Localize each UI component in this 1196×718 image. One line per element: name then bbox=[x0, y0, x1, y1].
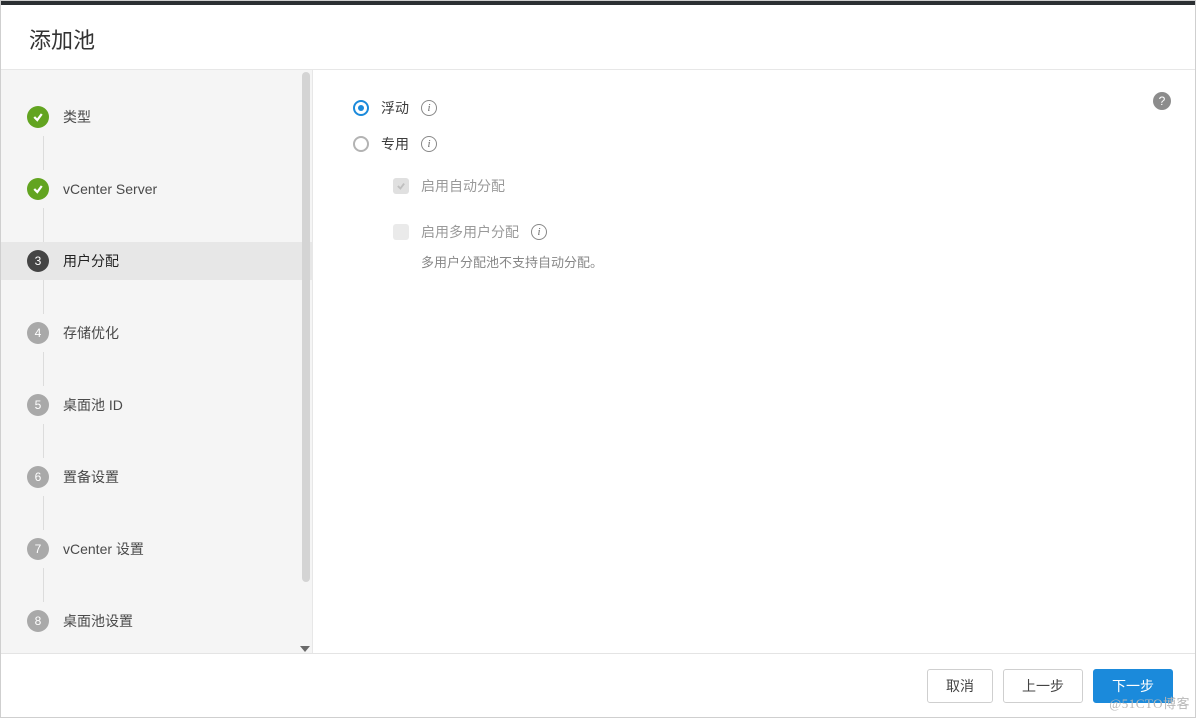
multi-user-row: 启用多用户分配 i bbox=[393, 200, 1167, 246]
step-label: 用户分配 bbox=[63, 251, 119, 271]
info-icon[interactable]: i bbox=[421, 136, 437, 152]
checkbox-multi-user bbox=[393, 224, 409, 240]
wizard-step-storage-opt[interactable]: 4 存储优化 bbox=[1, 314, 312, 352]
step-connector bbox=[43, 208, 312, 242]
step-number-icon: 7 bbox=[27, 538, 49, 560]
info-icon[interactable]: i bbox=[421, 100, 437, 116]
wizard-step-pool-id[interactable]: 5 桌面池 ID bbox=[1, 386, 312, 424]
option-floating-label: 浮动 bbox=[381, 98, 409, 118]
step-connector bbox=[43, 136, 312, 170]
wizard-step-type[interactable]: 类型 bbox=[1, 98, 312, 136]
help-icon[interactable]: ? bbox=[1153, 92, 1171, 110]
step-label: 桌面池设置 bbox=[63, 611, 133, 631]
watermark-text: @51CTO博客 bbox=[1109, 693, 1190, 712]
wizard-step-vcenter-settings[interactable]: 7 vCenter 设置 bbox=[1, 530, 312, 568]
option-floating[interactable]: 浮动 i bbox=[353, 92, 1167, 128]
wizard-step-user-assignment[interactable]: 3 用户分配 bbox=[1, 242, 312, 280]
step-number-icon: 3 bbox=[27, 250, 49, 272]
check-icon bbox=[27, 106, 49, 128]
option-dedicated-label: 专用 bbox=[381, 134, 409, 154]
wizard-step-pool-settings[interactable]: 8 桌面池设置 bbox=[1, 602, 312, 640]
step-number-icon: 5 bbox=[27, 394, 49, 416]
auto-assign-row: 启用自动分配 bbox=[393, 164, 1167, 200]
dialog-header: 添加池 bbox=[1, 5, 1195, 69]
prev-button[interactable]: 上一步 bbox=[1003, 669, 1083, 703]
chevron-down-icon[interactable] bbox=[300, 641, 310, 651]
radio-dedicated[interactable] bbox=[353, 136, 369, 152]
multi-user-note: 多用户分配池不支持自动分配。 bbox=[421, 246, 1167, 271]
step-connector bbox=[43, 352, 312, 386]
step-connector bbox=[43, 424, 312, 458]
multi-user-label: 启用多用户分配 bbox=[421, 222, 519, 242]
option-dedicated[interactable]: 专用 i bbox=[353, 128, 1167, 164]
radio-floating[interactable] bbox=[353, 100, 369, 116]
dialog-title: 添加池 bbox=[29, 23, 1167, 55]
step-label: vCenter 设置 bbox=[63, 539, 144, 559]
step-label: 存储优化 bbox=[63, 323, 119, 343]
scrollbar-thumb[interactable] bbox=[302, 72, 310, 582]
step-connector bbox=[43, 280, 312, 314]
step-label: vCenter Server bbox=[63, 181, 157, 197]
step-label: 桌面池 ID bbox=[63, 395, 123, 415]
step-connector bbox=[43, 496, 312, 530]
step-label: 置备设置 bbox=[63, 467, 119, 487]
info-icon[interactable]: i bbox=[531, 224, 547, 240]
wizard-step-vcenter-server[interactable]: vCenter Server bbox=[1, 170, 312, 208]
cancel-button[interactable]: 取消 bbox=[927, 669, 993, 703]
wizard-step-provisioning[interactable]: 6 置备设置 bbox=[1, 458, 312, 496]
step-number-icon: 6 bbox=[27, 466, 49, 488]
step-number-icon: 4 bbox=[27, 322, 49, 344]
step-number-icon: 8 bbox=[27, 610, 49, 632]
dialog-footer: 取消 上一步 下一步 bbox=[1, 653, 1195, 717]
auto-assign-label: 启用自动分配 bbox=[421, 176, 505, 196]
wizard-sidebar: 类型 vCenter Server 3 用户分配 4 存储优化 bbox=[1, 70, 313, 653]
step-connector bbox=[43, 568, 312, 602]
step-label: 类型 bbox=[63, 107, 91, 127]
sidebar-scrollbar[interactable] bbox=[300, 70, 312, 653]
checkbox-auto-assign bbox=[393, 178, 409, 194]
check-icon bbox=[27, 178, 49, 200]
main-panel: ? 浮动 i 专用 i 启用自动分配 启用多用户分配 i bbox=[313, 70, 1195, 653]
